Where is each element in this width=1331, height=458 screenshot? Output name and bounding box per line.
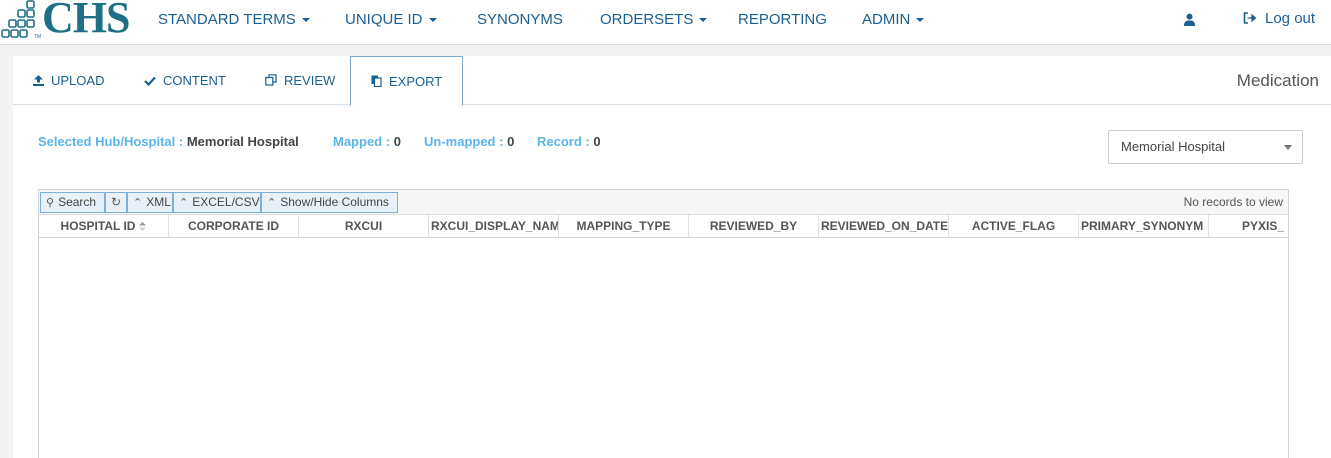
column-label: PYXIS_ — [1242, 219, 1285, 233]
module-title: Medication — [1236, 71, 1319, 90]
excel-label: EXCEL/CSV — [192, 195, 260, 209]
column-header[interactable]: RXCUI — [299, 215, 429, 237]
hub-label: Selected Hub/Hospital : — [38, 134, 184, 149]
logout-link[interactable]: Log out — [1243, 0, 1315, 38]
logo-trademark: TM — [34, 34, 42, 40]
chs-logo[interactable]: CHS TM — [0, 0, 130, 40]
tab-label: EXPORT — [389, 74, 443, 89]
nav-ordersets[interactable]: ORDERSETS — [600, 0, 708, 40]
nav-synonyms[interactable]: SYNONYMS — [477, 0, 563, 40]
nav-unique-id[interactable]: UNIQUE ID — [345, 0, 437, 40]
column-header[interactable]: REVIEWED_ON_DATE — [819, 215, 949, 237]
column-label: REVIEWED_BY — [709, 219, 798, 233]
caret-down-icon — [699, 18, 708, 23]
column-label: MAPPING_TYPE — [576, 219, 671, 233]
upload-icon — [33, 75, 44, 86]
mapped-info: Mapped : 0 — [333, 134, 401, 149]
mapped-label: Mapped : — [333, 134, 391, 149]
nav-label: UNIQUE ID — [345, 11, 423, 28]
mapped-value: 0 — [393, 134, 401, 149]
record-info: Record : 0 — [537, 134, 601, 149]
nav-label: STANDARD TERMS — [158, 11, 296, 28]
refresh-button[interactable]: ↻ — [105, 192, 127, 213]
column-header[interactable]: PYXIS_ — [1209, 215, 1288, 237]
nav-admin[interactable]: ADMIN — [862, 0, 925, 40]
xml-export-button[interactable]: ⌃ XML — [127, 192, 173, 213]
tab-review[interactable]: REVIEW — [265, 56, 335, 105]
sort-icon — [139, 222, 147, 232]
caret-down-icon — [301, 18, 310, 23]
caret-down-icon — [916, 18, 925, 23]
record-value: 0 — [593, 134, 601, 149]
export-grid: ⚲ Search ↻ ⌃ XML ⌃ EXCEL/CSV ⌃ Show/Hide Col… — [38, 189, 1289, 458]
export-panel: UPLOAD CONTENT REVIEW EXPORT Medication … — [13, 56, 1331, 458]
top-navbar: CHS TM STANDARD TERMS UNIQUE ID SYNONYMS… — [0, 0, 1331, 45]
logo-text: CHS — [42, 0, 130, 42]
grid-body — [39, 239, 1288, 458]
tab-content[interactable]: CONTENT — [144, 56, 226, 105]
hub-value: Memorial Hospital — [186, 134, 299, 149]
column-label: REVIEWED_ON_DATE — [821, 219, 949, 233]
sign-out-icon — [1243, 12, 1257, 24]
columns-label: Show/Hide Columns — [280, 195, 389, 209]
column-header[interactable]: CORPORATE ID — [169, 215, 299, 237]
hub-info: Selected Hub/Hospital : Memorial Hospita… — [38, 134, 299, 149]
column-label: RXCUI — [344, 219, 383, 233]
nav-label: ADMIN — [862, 11, 911, 28]
user-icon[interactable] — [1183, 13, 1196, 26]
nav-reporting[interactable]: REPORTING — [738, 0, 827, 40]
tab-label: REVIEW — [284, 73, 336, 88]
excel-export-button[interactable]: ⌃ EXCEL/CSV — [173, 192, 261, 213]
record-label: Record : — [537, 134, 590, 149]
column-label: ACTIVE_FLAG — [971, 219, 1056, 233]
column-header[interactable]: PRIMARY_SYNONYM — [1079, 215, 1209, 237]
column-label: RXCUI_DISPLAY_NAME — [431, 219, 559, 233]
column-header[interactable]: RXCUI_DISPLAY_NAME — [429, 215, 559, 237]
file-copy-icon — [371, 75, 382, 88]
column-label: CORPORATE ID — [187, 219, 280, 233]
search-label: Search — [58, 195, 97, 209]
nav-label: ORDERSETS — [600, 11, 694, 28]
show-hide-columns-button[interactable]: ⌃ Show/Hide Columns — [261, 192, 398, 213]
tab-label: CONTENT — [163, 73, 226, 88]
caret-down-icon — [1284, 145, 1292, 150]
tab-upload[interactable]: UPLOAD — [33, 56, 104, 105]
hospital-select-value: Memorial Hospital — [1121, 139, 1226, 154]
hospital-select[interactable]: Memorial Hospital — [1108, 130, 1303, 164]
copy-icon — [265, 74, 277, 86]
unmapped-value: 0 — [507, 134, 515, 149]
chevron-up-icon: ⌃ — [179, 197, 189, 209]
unmapped-label: Un-mapped : — [424, 134, 504, 149]
tab-bar: UPLOAD CONTENT REVIEW EXPORT Medication — [13, 56, 1331, 106]
check-icon — [144, 76, 156, 87]
column-header[interactable]: ACTIVE_FLAG — [949, 215, 1079, 237]
xml-label: XML — [146, 195, 171, 209]
column-header[interactable]: REVIEWED_BY — [689, 215, 819, 237]
grid-status: No records to view — [1183, 195, 1283, 209]
search-button[interactable]: ⚲ Search — [40, 192, 105, 213]
column-label: HOSPITAL ID — [60, 219, 136, 233]
column-label: PRIMARY_SYNONYM — [1081, 219, 1204, 233]
nav-standard-terms[interactable]: STANDARD TERMS — [158, 0, 310, 40]
caret-down-icon — [428, 18, 437, 23]
logo-cubes-icon — [1, 0, 35, 38]
refresh-icon: ↻ — [110, 195, 122, 209]
chevron-up-icon: ⌃ — [267, 197, 277, 209]
column-header[interactable]: HOSPITAL ID — [39, 215, 169, 237]
tab-export[interactable]: EXPORT — [350, 56, 464, 106]
search-icon: ⚲ — [46, 197, 55, 209]
unmapped-info: Un-mapped : 0 — [424, 134, 514, 149]
nav-label: REPORTING — [738, 11, 827, 28]
tab-label: UPLOAD — [51, 73, 105, 88]
grid-toolbar: ⚲ Search ↻ ⌃ XML ⌃ EXCEL/CSV ⌃ Show/Hide Col… — [39, 190, 1288, 215]
chevron-up-icon: ⌃ — [133, 197, 143, 209]
grid-header: HOSPITAL ID CORPORATE ID RXCUI RXCUI_DIS… — [39, 215, 1288, 238]
column-header[interactable]: MAPPING_TYPE — [559, 215, 689, 237]
logout-label: Log out — [1265, 10, 1316, 27]
nav-label: SYNONYMS — [477, 11, 563, 28]
